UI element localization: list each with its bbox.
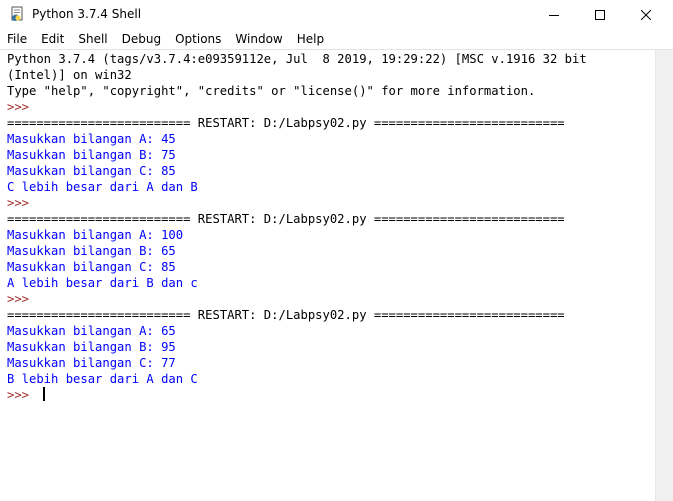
menu-edit[interactable]: Edit (34, 29, 71, 49)
close-button[interactable] (623, 0, 669, 29)
input-line: Masukkan bilangan A: 45 (7, 132, 176, 146)
output-line: B lebih besar dari A dan C (7, 372, 198, 386)
vertical-scrollbar[interactable] (655, 50, 673, 501)
input-line: Masukkan bilangan C: 85 (7, 260, 176, 274)
shell-prompt: >>> (7, 292, 37, 306)
maximize-button[interactable] (577, 0, 623, 29)
menu-help[interactable]: Help (290, 29, 331, 49)
output-line: A lebih besar dari B dan c (7, 276, 198, 290)
shell-prompt: >>> (7, 196, 37, 210)
input-line: Masukkan bilangan B: 65 (7, 244, 176, 258)
menu-window[interactable]: Window (228, 29, 289, 49)
restart-line: ========================= RESTART: D:/La… (7, 212, 565, 226)
input-line: Masukkan bilangan C: 85 (7, 164, 176, 178)
title-bar: Python 3.7.4 Shell (0, 0, 673, 29)
menu-options[interactable]: Options (168, 29, 228, 49)
input-line: Masukkan bilangan B: 75 (7, 148, 176, 162)
active-prompt-line[interactable]: >>> (7, 387, 655, 403)
maximize-icon (595, 9, 605, 20)
banner-line: Python 3.7.4 (tags/v3.7.4:e09359112e, Ju… (7, 52, 587, 66)
text-cursor (43, 387, 46, 401)
restart-line: ========================= RESTART: D:/La… (7, 116, 565, 130)
banner-line: Type "help", "copyright", "credits" or "… (7, 84, 536, 98)
input-line: Masukkan bilangan C: 77 (7, 356, 176, 370)
shell-prompt: >>> (7, 100, 37, 114)
shell-text-area[interactable]: Python 3.7.4 (tags/v3.7.4:e09359112e, Ju… (0, 50, 655, 501)
output-line: C lebih besar dari A dan B (7, 180, 198, 194)
banner-line: (Intel)] on win32 (7, 68, 132, 82)
shell-prompt: >>> (7, 388, 37, 402)
python-idle-icon (9, 6, 25, 22)
menu-debug[interactable]: Debug (115, 29, 168, 49)
input-line: Masukkan bilangan A: 100 (7, 228, 184, 242)
menu-bar: File Edit Shell Debug Options Window Hel… (0, 29, 673, 49)
menu-file[interactable]: File (0, 29, 34, 49)
input-line: Masukkan bilangan A: 65 (7, 324, 176, 338)
input-line: Masukkan bilangan B: 95 (7, 340, 176, 354)
minimize-icon (549, 14, 559, 16)
minimize-button[interactable] (531, 0, 577, 29)
restart-line: ========================= RESTART: D:/La… (7, 308, 565, 322)
window-title: Python 3.7.4 Shell (32, 7, 142, 21)
close-icon (641, 9, 651, 20)
menu-shell[interactable]: Shell (71, 29, 114, 49)
